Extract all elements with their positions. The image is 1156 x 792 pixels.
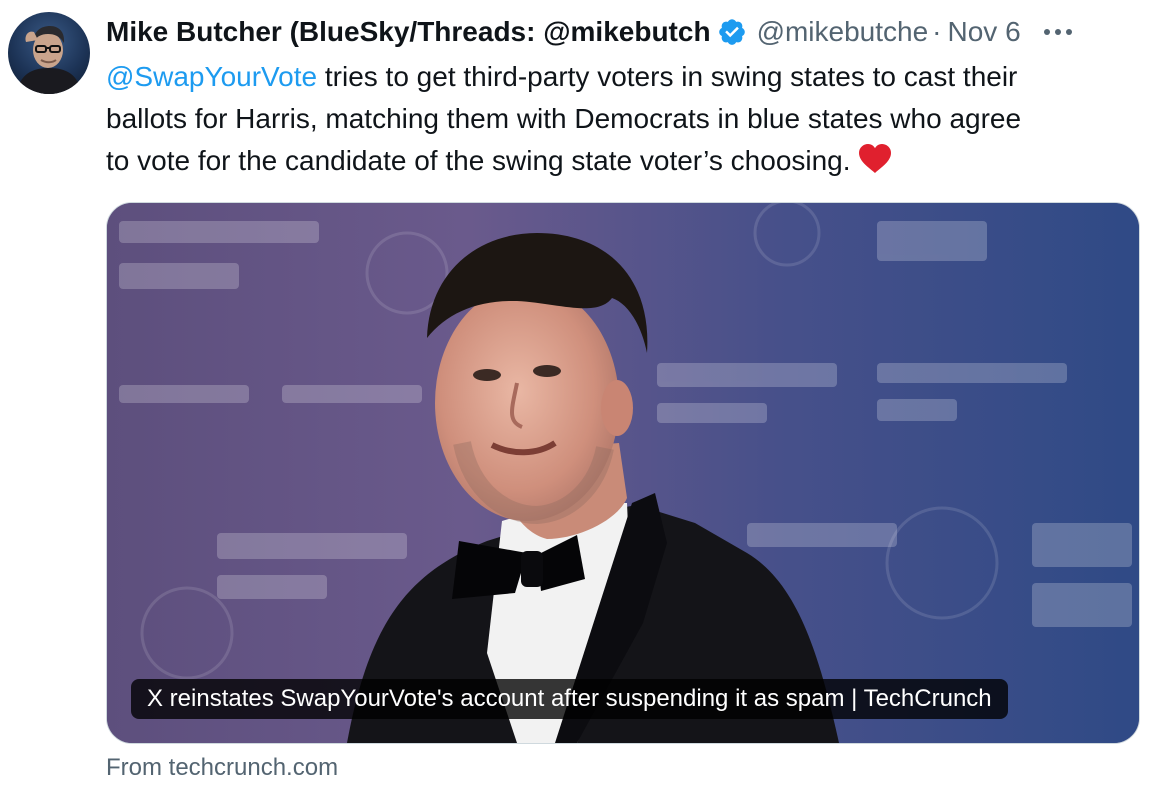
author-avatar[interactable] bbox=[8, 12, 90, 94]
more-options-icon bbox=[1043, 29, 1072, 35]
tweet-text-line-3-text: to vote for the candidate of the swing s… bbox=[106, 145, 851, 176]
tweet-text-line-1-rest: tries to get third-party voters in swing… bbox=[317, 61, 1018, 92]
card-image bbox=[107, 203, 1139, 743]
tweet-header: Mike Butcher (BlueSky/Threads: @mikebutc… bbox=[106, 12, 1146, 52]
author-handle[interactable]: @mikebutche bbox=[757, 12, 929, 52]
tweet-text-line-1: @SwapYourVote tries to get third-party v… bbox=[106, 56, 1146, 98]
author-display-name[interactable]: Mike Butcher (BlueSky/Threads: @mikebutc… bbox=[106, 12, 711, 52]
tweet-text: @SwapYourVote tries to get third-party v… bbox=[106, 56, 1146, 182]
more-options-button[interactable] bbox=[1041, 12, 1075, 52]
mention-link[interactable]: @SwapYourVote bbox=[106, 61, 317, 92]
link-preview-card[interactable]: X reinstates SwapYourVote's account afte… bbox=[106, 202, 1140, 744]
card-title: X reinstates SwapYourVote's account afte… bbox=[131, 679, 1008, 719]
red-heart-icon bbox=[858, 144, 891, 173]
tweet-text-line-3: to vote for the candidate of the swing s… bbox=[106, 140, 1146, 182]
tweet[interactable]: Mike Butcher (BlueSky/Threads: @mikebutc… bbox=[0, 0, 1156, 792]
tweet-text-line-2: ballots for Harris, matching them with D… bbox=[106, 103, 1022, 134]
separator-dot: · bbox=[932, 16, 942, 47]
verified-badge-icon bbox=[718, 19, 745, 45]
card-source-link[interactable]: From techcrunch.com bbox=[106, 750, 338, 786]
tweet-date[interactable]: Nov 6 bbox=[948, 12, 1021, 52]
avatar-portrait bbox=[16, 26, 82, 94]
